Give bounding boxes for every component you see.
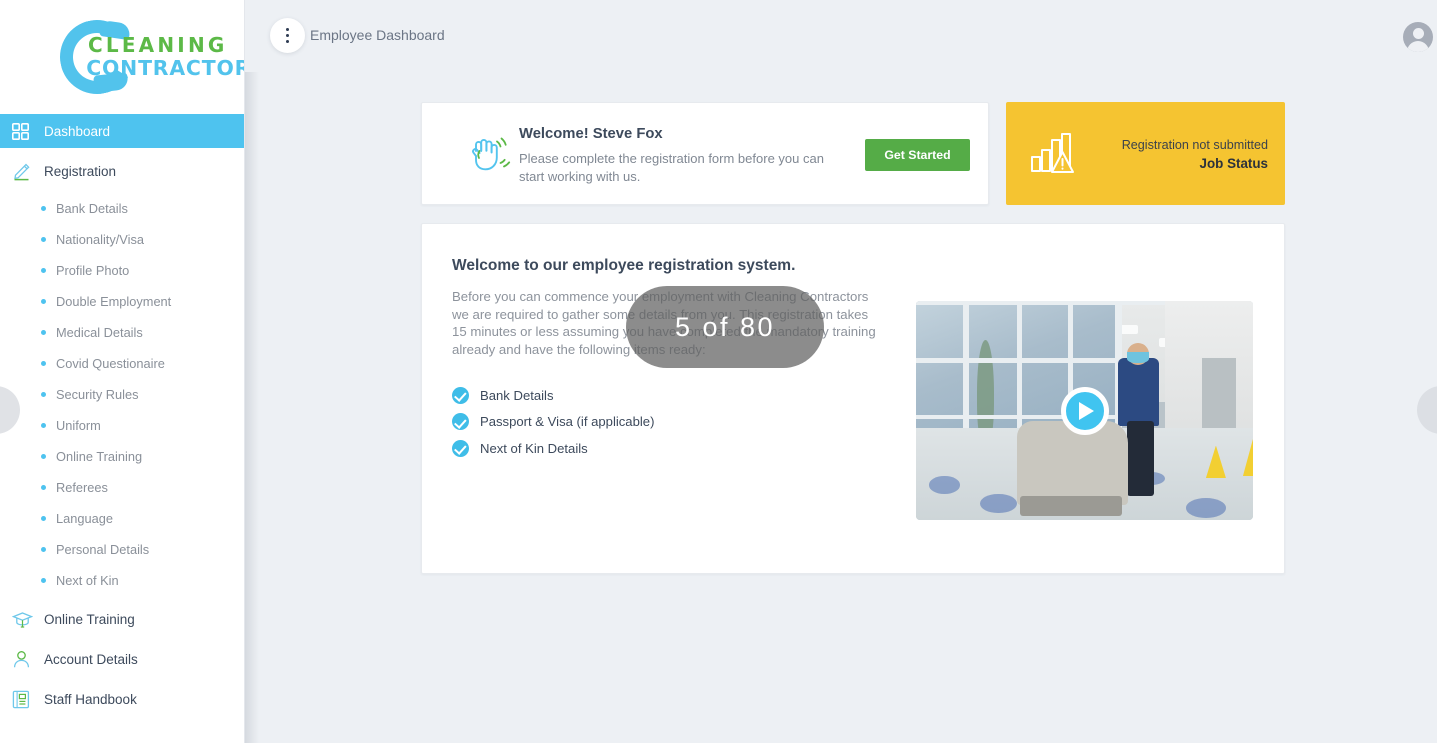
sidebar-subitem-label: Covid Questionaire [56,356,165,371]
sidebar-subitem-bank-details[interactable]: Bank Details [0,193,244,224]
sidebar-subitem-label: Online Training [56,449,143,464]
bullet-dot-icon [41,547,46,552]
intro-heading: Welcome to our employee registration sys… [452,257,796,274]
sidebar-item-registration[interactable]: Registration [0,154,244,188]
list-item: Bank Details [452,382,654,409]
kebab-menu-icon[interactable] [270,18,305,53]
bullet-dot-icon [41,206,46,211]
get-started-button[interactable]: Get Started [865,139,970,171]
brand-logo[interactable]: CLEANING CONTRACTORS [0,0,244,114]
sidebar-subitem-label: Uniform [56,418,101,433]
check-circle-icon [452,413,469,431]
book-handbook-icon [12,690,38,709]
bullet-dot-icon [41,516,46,521]
sidebar-subitem-label: Double Employment [56,294,172,309]
bullet-dot-icon [41,237,46,242]
play-button-icon[interactable] [1060,386,1109,435]
sidebar-subitem-medical-details[interactable]: Medical Details [0,317,244,348]
bullet-dot-icon [41,392,46,397]
bullet-dot-icon [41,423,46,428]
carousel-next-handle[interactable] [1417,386,1437,434]
sidebar-subitem-label: Next of Kin [56,573,119,588]
job-status-label: Job Status [1199,156,1268,171]
sidebar-item-account-details[interactable]: Account Details [0,642,244,676]
user-avatar-icon[interactable] [1403,22,1433,52]
checklist-label: Next of Kin Details [480,440,588,456]
intro-paragraph: Before you can commence your employment … [452,289,876,357]
sidebar-subitem-next-of-kin[interactable]: Next of Kin [0,565,244,596]
sidebar-item-account-details-label: Account Details [44,651,138,667]
sidebar-subitem-label: Referees [56,480,108,495]
sidebar: CLEANING CONTRACTORS Dashboard [0,0,245,743]
checklist-label: Passport & Visa (if applicable) [480,414,655,430]
welcome-subtitle: Please complete the registration form be… [519,151,824,184]
sidebar-subitem-label: Personal Details [56,542,150,557]
sidebar-subitem-label: Profile Photo [56,263,130,278]
list-item: Passport & Visa (if applicable) [452,409,654,436]
sidebar-subitem-label: Security Rules [56,387,139,402]
check-circle-icon [452,386,469,404]
sidebar-subitem-language[interactable]: Language [0,503,244,534]
sidebar-item-staff-handbook[interactable]: Staff Handbook [0,682,244,716]
sidebar-item-dashboard[interactable]: Dashboard [0,114,244,148]
page-title: Employee Dashboard [310,27,445,43]
sidebar-item-online-training-label: Online Training [44,611,135,627]
bullet-dot-icon [41,578,46,583]
waving-hand-icon [459,127,513,181]
intro-video-thumbnail[interactable] [916,301,1253,520]
requirements-checklist: Bank Details Passport & Visa (if applica… [452,382,654,462]
sidebar-subitem-label: Language [56,511,113,526]
bullet-dot-icon [41,299,46,304]
sidebar-item-registration-label: Registration [44,163,117,179]
sidebar-subitem-label: Bank Details [56,201,128,216]
sidebar-subitem-referees[interactable]: Referees [0,472,244,503]
sidebar-subitem-label: Nationality/Visa [56,232,144,247]
sidebar-item-online-training[interactable]: Online Training [0,602,244,636]
app-root: CLEANING CONTRACTORS Dashboard [0,0,1437,743]
brand-line-2: CONTRACTORS [86,56,244,80]
welcome-title: Welcome! Steve Fox [519,126,663,142]
bullet-dot-icon [41,485,46,490]
sidebar-item-dashboard-label: Dashboard [44,123,111,139]
registration-intro-card: Welcome to our employee registration sys… [421,223,1285,574]
sidebar-item-staff-handbook-label: Staff Handbook [44,691,137,707]
sidebar-shadow [245,0,259,743]
bullet-dot-icon [41,330,46,335]
sidebar-subitem-double-employment[interactable]: Double Employment [0,286,244,317]
brand-line-1: CLEANING [88,33,228,57]
user-account-icon [12,650,38,669]
checklist-label: Bank Details [480,387,554,403]
sidebar-subitem-online-training[interactable]: Online Training [0,441,244,472]
job-status-message: Registration not submitted [1121,138,1268,152]
sidebar-subitem-label: Medical Details [56,325,143,340]
sidebar-subitem-nationality-visa[interactable]: Nationality/Visa [0,224,244,255]
graduation-cap-icon [12,610,38,629]
sidebar-subitem-security-rules[interactable]: Security Rules [0,379,244,410]
sidebar-subitem-uniform[interactable]: Uniform [0,410,244,441]
sidebar-subitem-covid-questionaire[interactable]: Covid Questionaire [0,348,244,379]
bar-chart-warning-icon [1028,128,1080,180]
welcome-card: Welcome! Steve Fox Please complete the r… [421,102,989,205]
bullet-dot-icon [41,454,46,459]
job-status-card: Registration not submitted Job Status [1006,102,1285,205]
bullet-dot-icon [41,361,46,366]
grid-dashboard-icon [12,122,38,140]
check-circle-icon [452,439,469,457]
sidebar-subitem-profile-photo[interactable]: Profile Photo [0,255,244,286]
sidebar-subitem-personal-details[interactable]: Personal Details [0,534,244,565]
pencil-edit-icon [12,162,38,181]
list-item: Next of Kin Details [452,435,654,462]
bullet-dot-icon [41,268,46,273]
topbar: Employee Dashboard [245,0,1437,72]
